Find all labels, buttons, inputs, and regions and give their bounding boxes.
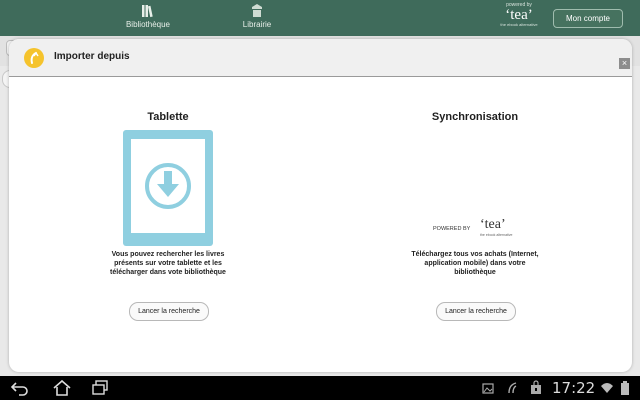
tablet-search-button[interactable]: Lancer la recherche xyxy=(129,302,209,321)
sync-title: Synchronisation xyxy=(431,111,519,123)
sync-search-button[interactable]: Lancer la recherche xyxy=(436,302,516,321)
clock: 17:22 xyxy=(552,379,596,397)
powered-by-text: POWERED BY xyxy=(433,226,471,232)
import-icon xyxy=(24,48,44,68)
nav-librairie[interactable]: Librairie xyxy=(222,3,292,29)
shopping-icon xyxy=(531,380,541,394)
logo-word: ‘tea’ xyxy=(505,7,533,23)
sync-icon xyxy=(508,382,517,394)
nav-bibliotheque-label: Bibliothèque xyxy=(125,20,171,29)
dialog-header: Importer depuis × xyxy=(9,39,632,77)
tablet-title: Tablette xyxy=(147,111,189,123)
system-bar: 17:22 xyxy=(0,376,640,400)
nav-bibliotheque[interactable]: Bibliothèque xyxy=(113,3,183,29)
wifi-icon xyxy=(601,383,613,393)
recent-apps-icon[interactable] xyxy=(90,379,110,397)
back-icon[interactable] xyxy=(10,379,30,397)
powered-by-tea-logo: POWERED BY ‘tea’ the ebook alternative xyxy=(430,216,522,238)
tea-brand: ‘tea’ xyxy=(480,217,506,232)
account-button[interactable]: Mon compte xyxy=(553,9,623,28)
gallery-icon xyxy=(482,383,494,394)
import-dialog: Importer depuis × Tablette Vous pouvez r… xyxy=(9,39,632,372)
app-top-bar: Bibliothèque Librairie powered by ‘tea’ … xyxy=(0,0,640,36)
home-icon[interactable] xyxy=(52,379,72,397)
tablet-column: Tablette xyxy=(98,111,238,125)
logo-tagline: the ebook alternative xyxy=(500,22,538,27)
books-icon xyxy=(142,5,153,18)
battery-icon xyxy=(621,381,629,395)
sync-description: Téléchargez tous vos achats (Internet, a… xyxy=(411,251,539,276)
tea-tagline: the ebook alternative xyxy=(480,233,513,237)
tablet-download-icon xyxy=(123,130,213,246)
store-icon xyxy=(252,4,262,17)
nav-librairie-label: Librairie xyxy=(242,20,272,29)
tea-logo: powered by ‘tea’ the ebook alternative xyxy=(488,2,550,27)
close-icon[interactable]: × xyxy=(619,58,630,69)
sync-column: Synchronisation xyxy=(405,111,545,125)
tablet-description: Vous pouvez rechercher les livres présen… xyxy=(110,251,226,276)
dialog-title: Importer depuis xyxy=(54,51,130,62)
